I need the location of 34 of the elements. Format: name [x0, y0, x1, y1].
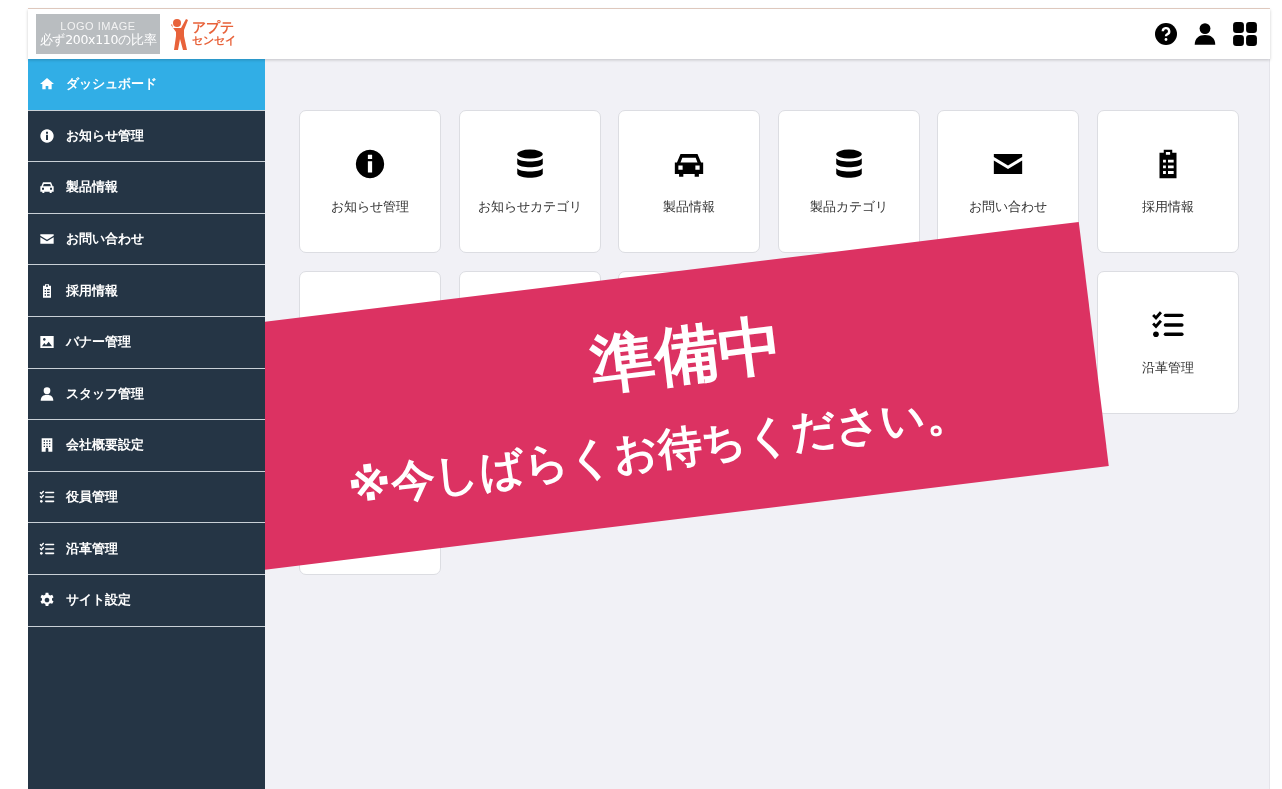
banner-title: 準備中: [586, 305, 788, 406]
card-label: 製品カテゴリ: [809, 199, 888, 216]
car-icon: [39, 179, 55, 196]
checklist-icon: [39, 540, 55, 557]
dashboard-card[interactable]: お知らせ管理: [299, 110, 441, 253]
logo-text: LOGO IMAGE: [60, 19, 136, 32]
mascot-figure-icon: [168, 17, 190, 51]
settings-icon: [39, 592, 55, 609]
card-label: お知らせカテゴリ: [477, 199, 582, 216]
apps-grid-icon: [1232, 21, 1258, 47]
card-label: お問い合わせ: [969, 199, 1047, 216]
building-icon: [39, 437, 55, 454]
dashboard-card[interactable]: 製品カテゴリ: [777, 110, 920, 253]
user-icon: [39, 385, 55, 402]
info-icon: [353, 147, 387, 181]
card-label: 採用情報: [1141, 199, 1194, 216]
card-label: 製品情報: [663, 199, 715, 216]
user-icon: [1192, 21, 1218, 47]
card-label: 沿革管理: [1141, 360, 1194, 377]
card-label: お知らせ管理: [331, 199, 409, 216]
brand-name: アプテ: [192, 21, 235, 34]
checklist-icon: [39, 489, 55, 506]
account-button[interactable]: [1192, 21, 1218, 47]
info-icon: [39, 127, 55, 144]
help-button[interactable]: [1154, 22, 1178, 46]
dashboard-card[interactable]: 採用情報: [1096, 110, 1239, 253]
dashboard-card[interactable]: お知らせカテゴリ: [458, 110, 601, 253]
help-icon: [1154, 22, 1178, 46]
image-icon: [39, 334, 55, 351]
brand-name: センセイ: [192, 34, 236, 47]
dashboard-card[interactable]: 沿革管理: [1096, 271, 1239, 414]
logo-note: 必ず200x110の比率: [39, 31, 157, 49]
apps-button[interactable]: [1232, 21, 1258, 47]
dashboard-card[interactable]: 製品情報: [618, 110, 760, 253]
